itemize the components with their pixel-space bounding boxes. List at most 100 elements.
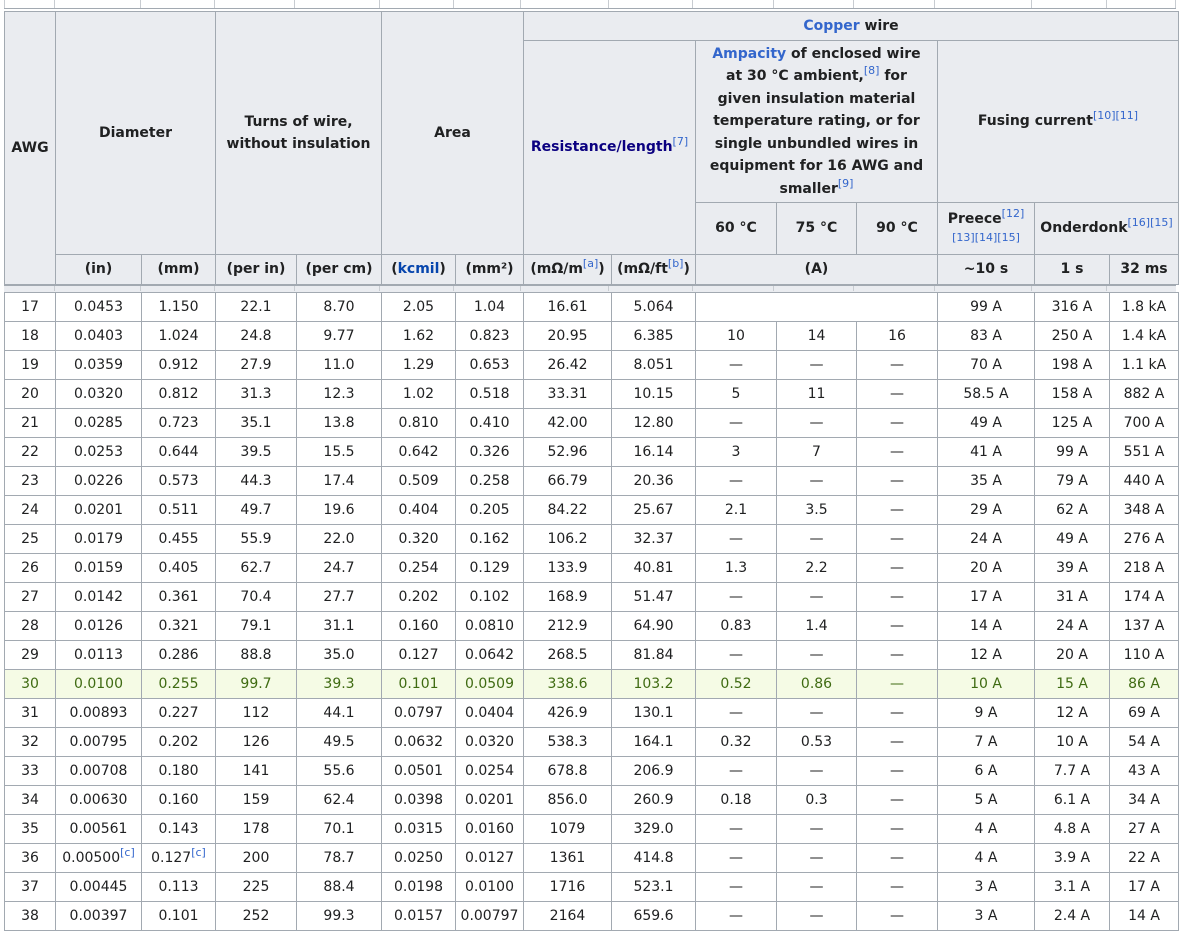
fusing-current-header: Fusing current[10][11] [937,40,1179,203]
cell-mohm-ft: 81.84 [611,640,696,670]
cell-mohm-m: 66.79 [523,466,612,496]
cell-mohm-ft: 40.81 [611,553,696,583]
cell-per-in: 252 [215,901,297,931]
refs-13-14-15[interactable]: [13][14][15] [952,231,1020,244]
cell-per-cm: 22.0 [296,524,382,554]
cell-per-in: 44.3 [215,466,297,496]
cell-preece: 10 A [937,669,1035,699]
cell-per-cm: 11.0 [296,350,382,380]
cell-c60: — [695,872,777,902]
cell-in: 0.00630 [55,785,142,815]
cell-onder1: 62 A [1034,495,1110,525]
cell-per-cm: 31.1 [296,611,382,641]
ref-10-11[interactable]: [10][11] [1093,109,1138,122]
cell-in: 0.0159 [55,553,142,583]
cell-awg: 28 [4,611,56,641]
cell-kcmil: 1.29 [381,350,456,380]
ref-7[interactable]: [7] [673,135,689,148]
cell-onder32: 276 A [1109,524,1179,554]
cell-per-in: 70.4 [215,582,297,612]
cell-awg: 20 [4,379,56,409]
ampacity-link[interactable]: Ampacity [712,46,786,62]
cell-c90: — [856,640,938,670]
cell-mohm-m: 856.0 [523,785,612,815]
cell-per-in: 24.8 [215,321,297,351]
table-row: 35 0.00561 0.143 178 70.1 0.0315 0.0160 1079 329… [4,814,1179,844]
cell-kcmil: 0.254 [381,553,456,583]
cell-awg: 19 [4,350,56,380]
cell-onder32: 69 A [1109,698,1179,728]
table-row: 18 0.0403 1.024 24.8 9.77 1.62 0.823 20.95 6.385… [4,321,1179,351]
cell-c60: — [695,466,777,496]
cell-c60: — [695,408,777,438]
cell-c60: — [695,756,777,786]
cell-mohm-m: 42.00 [523,408,612,438]
cell-kcmil: 0.0398 [381,785,456,815]
cell-onder32: 110 A [1109,640,1179,670]
cell-in: 0.0113 [55,640,142,670]
diameter-header: Diameter [55,11,216,255]
cell-c90: — [856,901,938,931]
cell-preece: 4 A [937,814,1035,844]
cell-mm: 0.812 [141,379,216,409]
cell-mm: 0.912 [141,350,216,380]
cell-per-cm: 19.6 [296,495,382,525]
cell-mohm-ft: 523.1 [611,872,696,902]
copper-link[interactable]: Copper [803,18,859,34]
cell-mm2: 0.518 [455,379,524,409]
cell-onder32: 17 A [1109,872,1179,902]
cell-mm: 0.723 [141,408,216,438]
cell-awg: 26 [4,553,56,583]
ref-16-15[interactable]: [16][15] [1128,216,1173,229]
cell-c60: 0.83 [695,611,777,641]
cell-onder1: 39 A [1034,553,1110,583]
cell-mohm-m: 678.8 [523,756,612,786]
table-row: 37 0.00445 0.113 225 88.4 0.0198 0.0100 1716 523… [4,872,1179,902]
cell-per-cm: 99.3 [296,901,382,931]
cell-mohm-m: 268.5 [523,640,612,670]
cell-per-in: 141 [215,756,297,786]
kcmil-link[interactable]: kcmil [398,261,440,277]
cell-c90: — [856,408,938,438]
cell-c60: — [695,814,777,844]
note-c[interactable]: [c] [191,846,206,859]
ref-9[interactable]: [9] [838,177,854,190]
ref-8[interactable]: [8] [864,64,880,77]
note-a[interactable]: [a] [583,257,598,270]
ref-12[interactable]: [12] [1002,207,1025,220]
note-b[interactable]: [b] [668,257,684,270]
cell-kcmil: 0.0198 [381,872,456,902]
cell-onder32: 440 A [1109,466,1179,496]
cell-mm: 0.143 [141,814,216,844]
cell-kcmil: 0.127 [381,640,456,670]
cell-onder1: 12 A [1034,698,1110,728]
cell-mohm-ft: 8.051 [611,350,696,380]
table-row: 30 0.0100 0.255 99.7 39.3 0.101 0.0509 338.6 103… [4,669,1179,699]
cell-c60: 10 [695,321,777,351]
cell-preece: 24 A [937,524,1035,554]
cell-awg: 30 [4,669,56,699]
cell-preece: 3 A [937,901,1035,931]
cell-c75: — [776,814,857,844]
cell-preece: 3 A [937,872,1035,902]
cell-mm2: 1.04 [455,292,524,322]
cell-onder32: 22 A [1109,843,1179,873]
note-c[interactable]: [c] [120,846,135,859]
cell-mm2: 0.0810 [455,611,524,641]
table-row: 31 0.00893 0.227 112 44.1 0.0797 0.0404 426.9 13… [4,698,1179,728]
unit-1s: 1 s [1034,254,1110,285]
cell-c90: — [856,814,938,844]
unit-mohm-ft: (mΩ/ft[b]) [611,254,696,285]
awg-header: AWG [4,11,56,285]
cell-kcmil: 0.101 [381,669,456,699]
cell-awg: 35 [4,814,56,844]
cell-onder1: 20 A [1034,640,1110,670]
cell-in: 0.00500[c] [55,843,142,873]
cell-mm: 0.202 [141,727,216,757]
cell-mm2: 0.653 [455,350,524,380]
resistance-link[interactable]: Resistance/length [531,139,673,155]
cell-per-in: 200 [215,843,297,873]
cell-mm: 0.101 [141,901,216,931]
cell-c60 [695,292,938,322]
cell-c60: 0.32 [695,727,777,757]
